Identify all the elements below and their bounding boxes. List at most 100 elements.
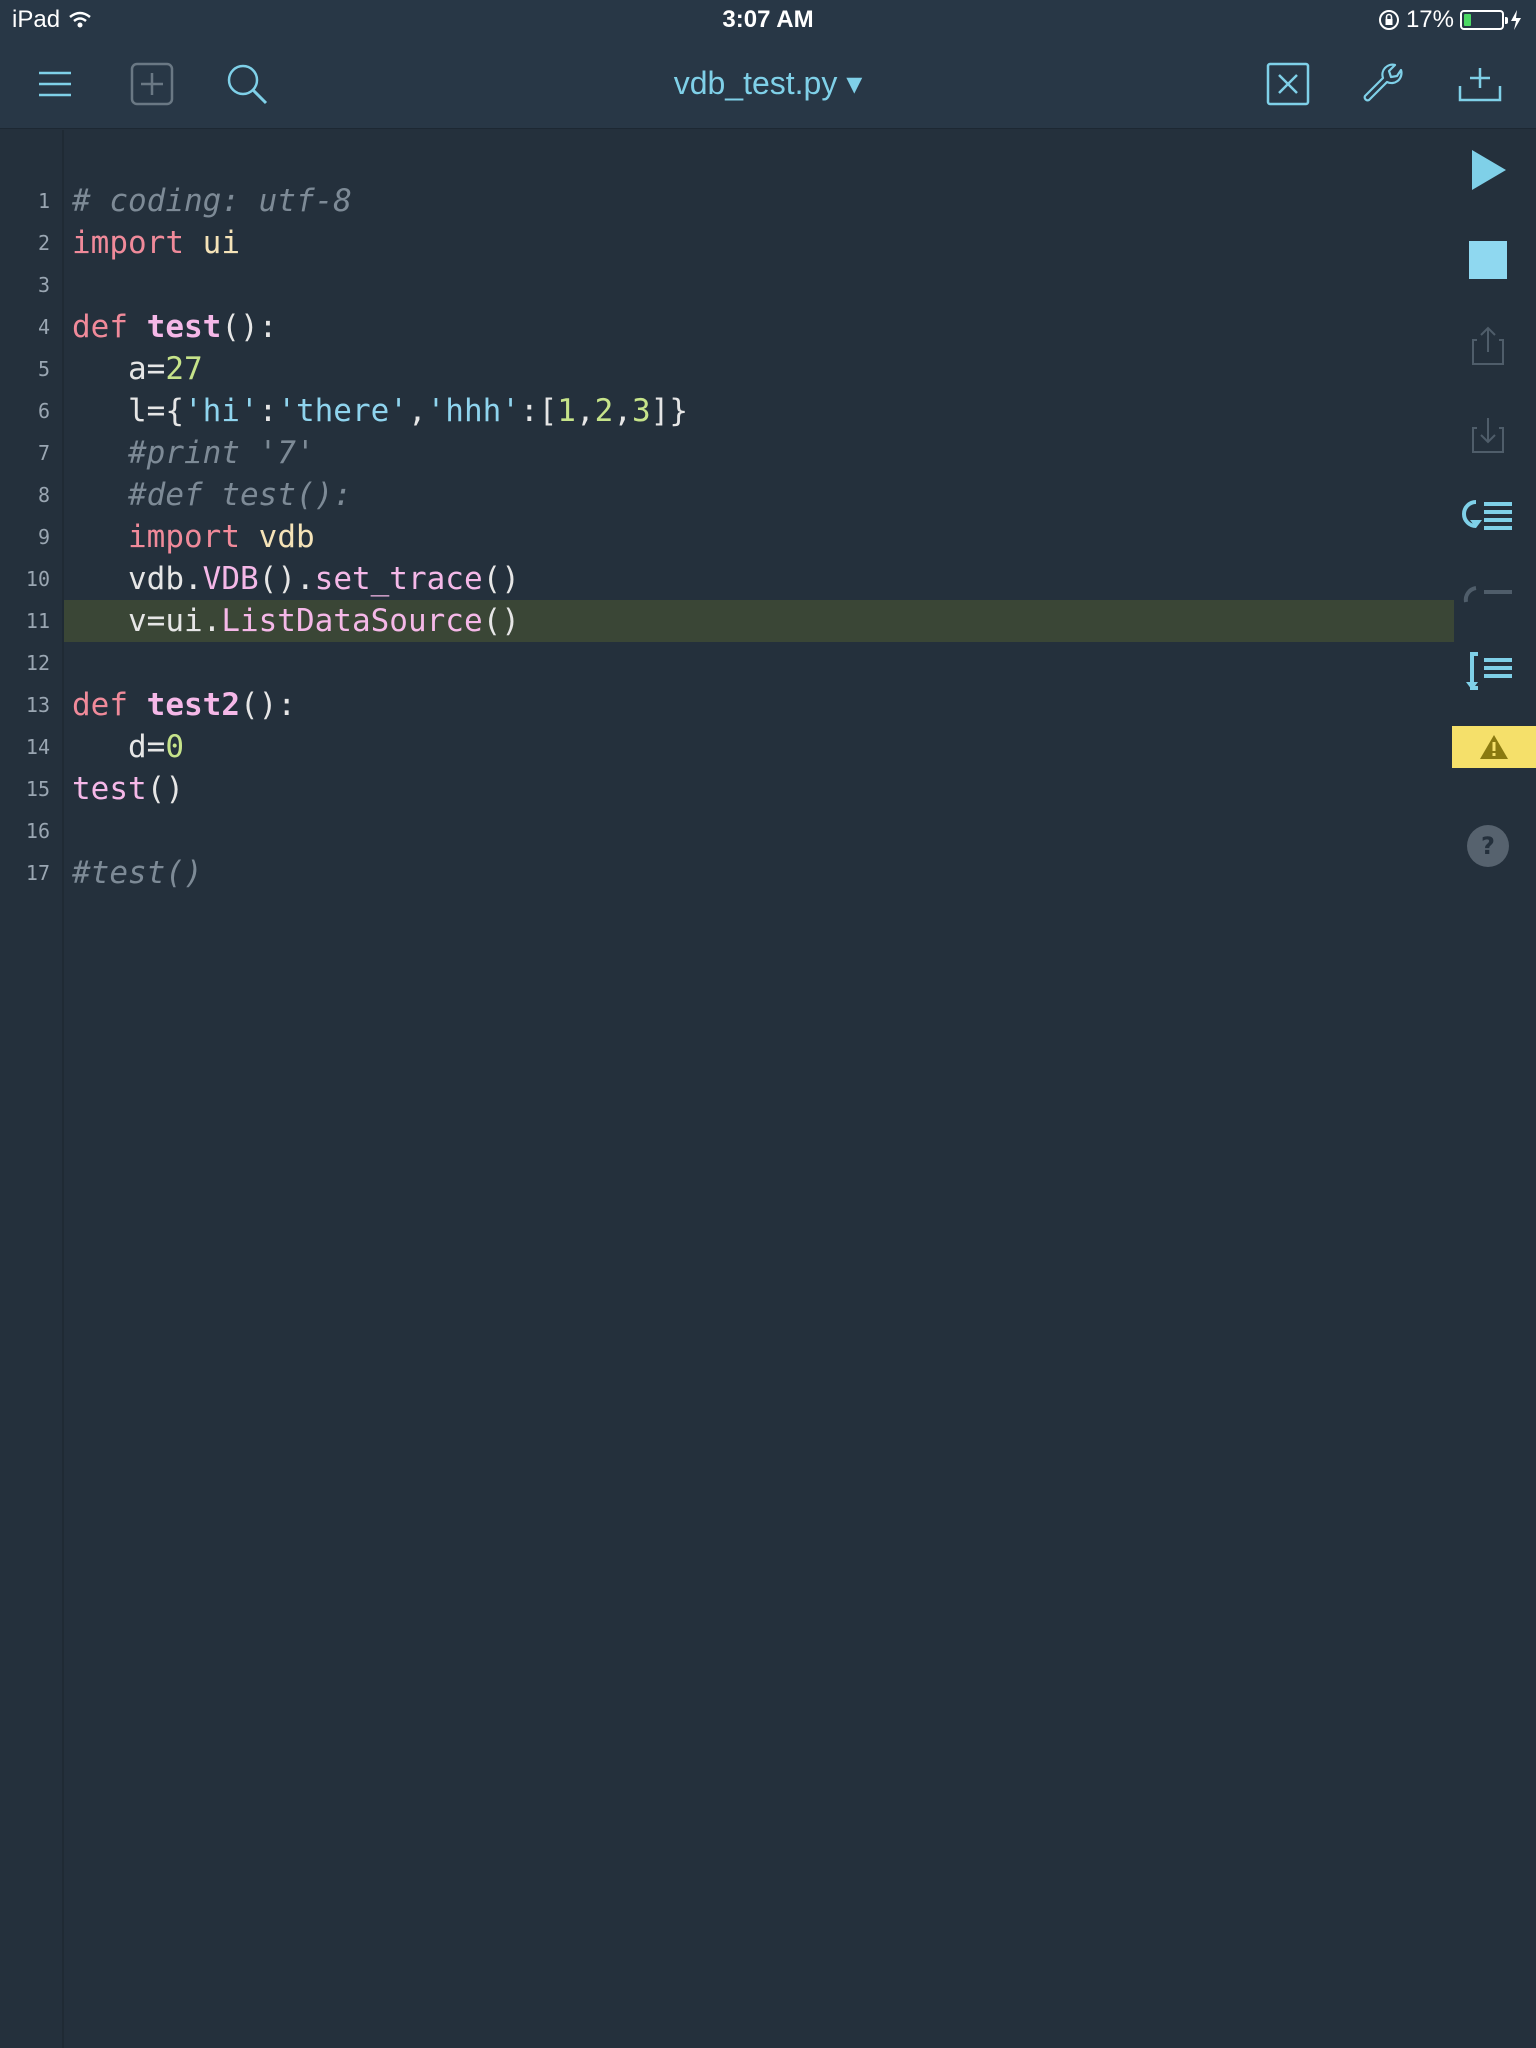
code-line[interactable]: 4 def test(): (0, 306, 1450, 348)
code-token: #def test(): (72, 477, 352, 513)
rotation-lock-icon (1378, 10, 1399, 30)
code-text: test() (72, 768, 184, 810)
run-button[interactable] (1458, 140, 1518, 200)
code-text: #test() (72, 852, 203, 894)
code-text: d=0 (72, 726, 184, 768)
code-text: #print '7' (72, 432, 315, 474)
line-number: 1 (37, 189, 50, 213)
step-over-icon (1462, 500, 1512, 530)
step-out-icon (1466, 652, 1512, 690)
code-token: (): (221, 309, 278, 345)
actions-button[interactable] (1355, 56, 1411, 112)
code-token: import (72, 225, 184, 261)
code-token: :[ (519, 393, 558, 429)
editor-toolbar: vdb_test.py ▾ (0, 42, 1536, 129)
line-number: 2 (37, 231, 50, 255)
battery-percent: 17% (1405, 6, 1454, 33)
code-text: l={'hi':'there','hhh':[1,2,3]} (72, 390, 688, 432)
charging-icon (1511, 10, 1521, 30)
code-text: v=ui.ListDataSource() (72, 600, 520, 642)
code-token: VDB (202, 561, 259, 597)
code-text: a=27 (72, 348, 203, 390)
code-text: import vdb (72, 516, 315, 558)
code-token: 'hhh' (426, 393, 520, 429)
warning-icon (1480, 735, 1508, 759)
code-line[interactable]: 1 # coding: utf-8 (0, 180, 1450, 222)
code-token: test2 (146, 687, 240, 723)
code-line[interactable]: 16 (0, 810, 1450, 852)
code-line[interactable]: 15 test() (0, 768, 1450, 810)
code-token: def (72, 309, 128, 345)
svg-text:?: ? (1481, 832, 1495, 860)
code-token: v=ui. (72, 603, 222, 639)
code-token: (): (240, 687, 296, 723)
code-token: (). (258, 561, 315, 597)
stop-icon (1469, 241, 1507, 279)
line-number: 8 (37, 483, 50, 507)
code-line-highlighted[interactable]: 11 v=ui.ListDataSource() (26, 600, 1454, 642)
step-into-icon (1463, 586, 1512, 603)
line-number: 5 (37, 357, 50, 381)
code-token: 0 (165, 729, 184, 765)
code-token: a= (72, 351, 166, 387)
code-token: def (72, 687, 128, 723)
upload-button[interactable] (1458, 316, 1518, 376)
code-token: vdb (258, 519, 315, 555)
code-token: 3 (631, 393, 651, 429)
line-number: 6 (37, 399, 50, 423)
code-text: def test(): (72, 306, 277, 348)
code-token: set_trace (314, 561, 483, 597)
warning-marker[interactable] (1452, 726, 1536, 768)
code-line[interactable]: 13 def test2(): (0, 684, 1450, 726)
code-token: () (482, 561, 520, 597)
wrench-icon (1363, 63, 1403, 102)
code-line[interactable]: 12 (0, 642, 1450, 684)
help-button[interactable]: ? (1458, 816, 1518, 876)
line-number: 10 (25, 567, 50, 591)
code-token: ]} (650, 393, 688, 429)
code-token: test (72, 771, 147, 807)
line-number: 15 (25, 777, 50, 801)
code-text: import ui (72, 222, 240, 264)
step-out-button[interactable] (1458, 642, 1518, 702)
code-line[interactable]: 9 import vdb (0, 516, 1450, 558)
step-over-button[interactable] (1458, 486, 1518, 546)
code-line[interactable]: 7 #print '7' (0, 432, 1450, 474)
download-button[interactable] (1458, 404, 1518, 464)
line-number: 14 (25, 735, 50, 759)
help-icon: ? (1467, 825, 1509, 867)
code-editor[interactable]: 1 # coding: utf-8 2 import ui 3 4 def test(): 5… (0, 130, 1536, 2048)
download-icon (1472, 418, 1504, 453)
line-number: 16 (25, 819, 50, 843)
code-token: 'hi' (183, 393, 259, 429)
code-line[interactable]: 3 (0, 264, 1450, 306)
line-number: 7 (37, 441, 50, 465)
code-token: , (575, 393, 595, 429)
upload-icon (1472, 326, 1504, 365)
code-line[interactable]: 17 #test() (0, 852, 1450, 894)
code-line[interactable]: 8 #def test(): (0, 474, 1450, 516)
battery-icon (1460, 10, 1508, 30)
code-line[interactable]: 2 import ui (0, 222, 1450, 264)
line-number: 13 (25, 693, 50, 717)
code-token: , (407, 393, 427, 429)
code-line[interactable]: 14 d=0 (0, 726, 1450, 768)
add-to-list-icon (1458, 68, 1502, 102)
code-text: def test2(): (72, 684, 296, 726)
code-line[interactable]: 10 vdb.VDB().set_trace() (0, 558, 1450, 600)
code-token: ui (202, 225, 240, 261)
step-into-button[interactable] (1458, 566, 1518, 626)
code-token: () (482, 603, 520, 639)
status-bar: iPad 3:07 AM 17% (0, 0, 1536, 42)
add-to-homescreen-button[interactable] (1452, 56, 1508, 112)
code-line[interactable]: 6 l={'hi':'there','hhh':[1,2,3]} (0, 390, 1450, 432)
code-token: d= (72, 729, 166, 765)
code-token: () (146, 771, 184, 807)
stop-button[interactable] (1458, 230, 1518, 290)
close-file-button[interactable] (1260, 56, 1316, 112)
code-token: 1 (557, 393, 576, 429)
code-line[interactable]: 5 a=27 (0, 348, 1450, 390)
close-square-icon (1266, 62, 1310, 106)
